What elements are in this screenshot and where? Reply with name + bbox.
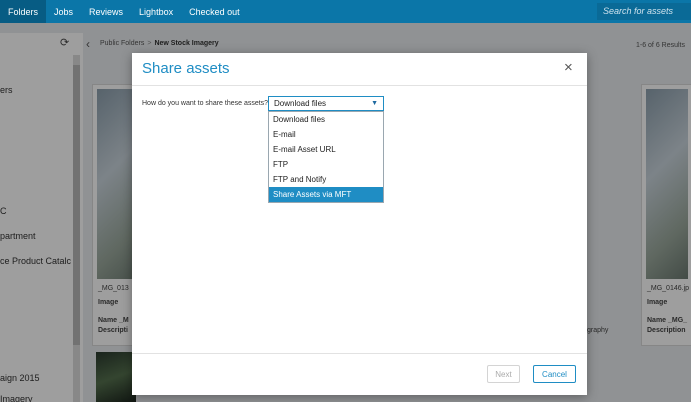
share-assets-dialog: Share assets × How do you want to share … (132, 53, 587, 395)
cancel-button[interactable]: Cancel (533, 365, 576, 383)
share-method-label: How do you want to share these assets? (142, 100, 269, 107)
option-download-files[interactable]: Download files (269, 112, 383, 127)
option-share-assets-via-mft[interactable]: Share Assets via MFT (269, 187, 383, 202)
search-input[interactable]: Search for assets (597, 3, 691, 20)
close-icon[interactable]: × (564, 60, 573, 75)
nav-tab-folders[interactable]: Folders (0, 0, 47, 23)
dialog-title: Share assets (142, 60, 230, 77)
share-method-select[interactable]: Download files ▼ (268, 96, 384, 111)
nav-tab-lightbox[interactable]: Lightbox (131, 0, 181, 23)
option-email-asset-url[interactable]: E-mail Asset URL (269, 142, 383, 157)
share-method-dropdown: Download files E-mail E-mail Asset URL F… (268, 111, 384, 203)
dialog-footer: Next Cancel (132, 353, 587, 395)
dialog-header: Share assets × (132, 53, 587, 86)
nav-tab-jobs[interactable]: Jobs (46, 0, 81, 23)
next-button[interactable]: Next (487, 365, 520, 383)
option-ftp-and-notify[interactable]: FTP and Notify (269, 172, 383, 187)
nav-tab-checked-out[interactable]: Checked out (181, 0, 248, 23)
top-navigation: Folders Jobs Reviews Lightbox Checked ou… (0, 0, 691, 23)
option-email[interactable]: E-mail (269, 127, 383, 142)
share-method-value: Download files (274, 99, 327, 108)
nav-tab-reviews[interactable]: Reviews (81, 0, 131, 23)
option-ftp[interactable]: FTP (269, 157, 383, 172)
chevron-down-icon: ▼ (371, 100, 378, 107)
